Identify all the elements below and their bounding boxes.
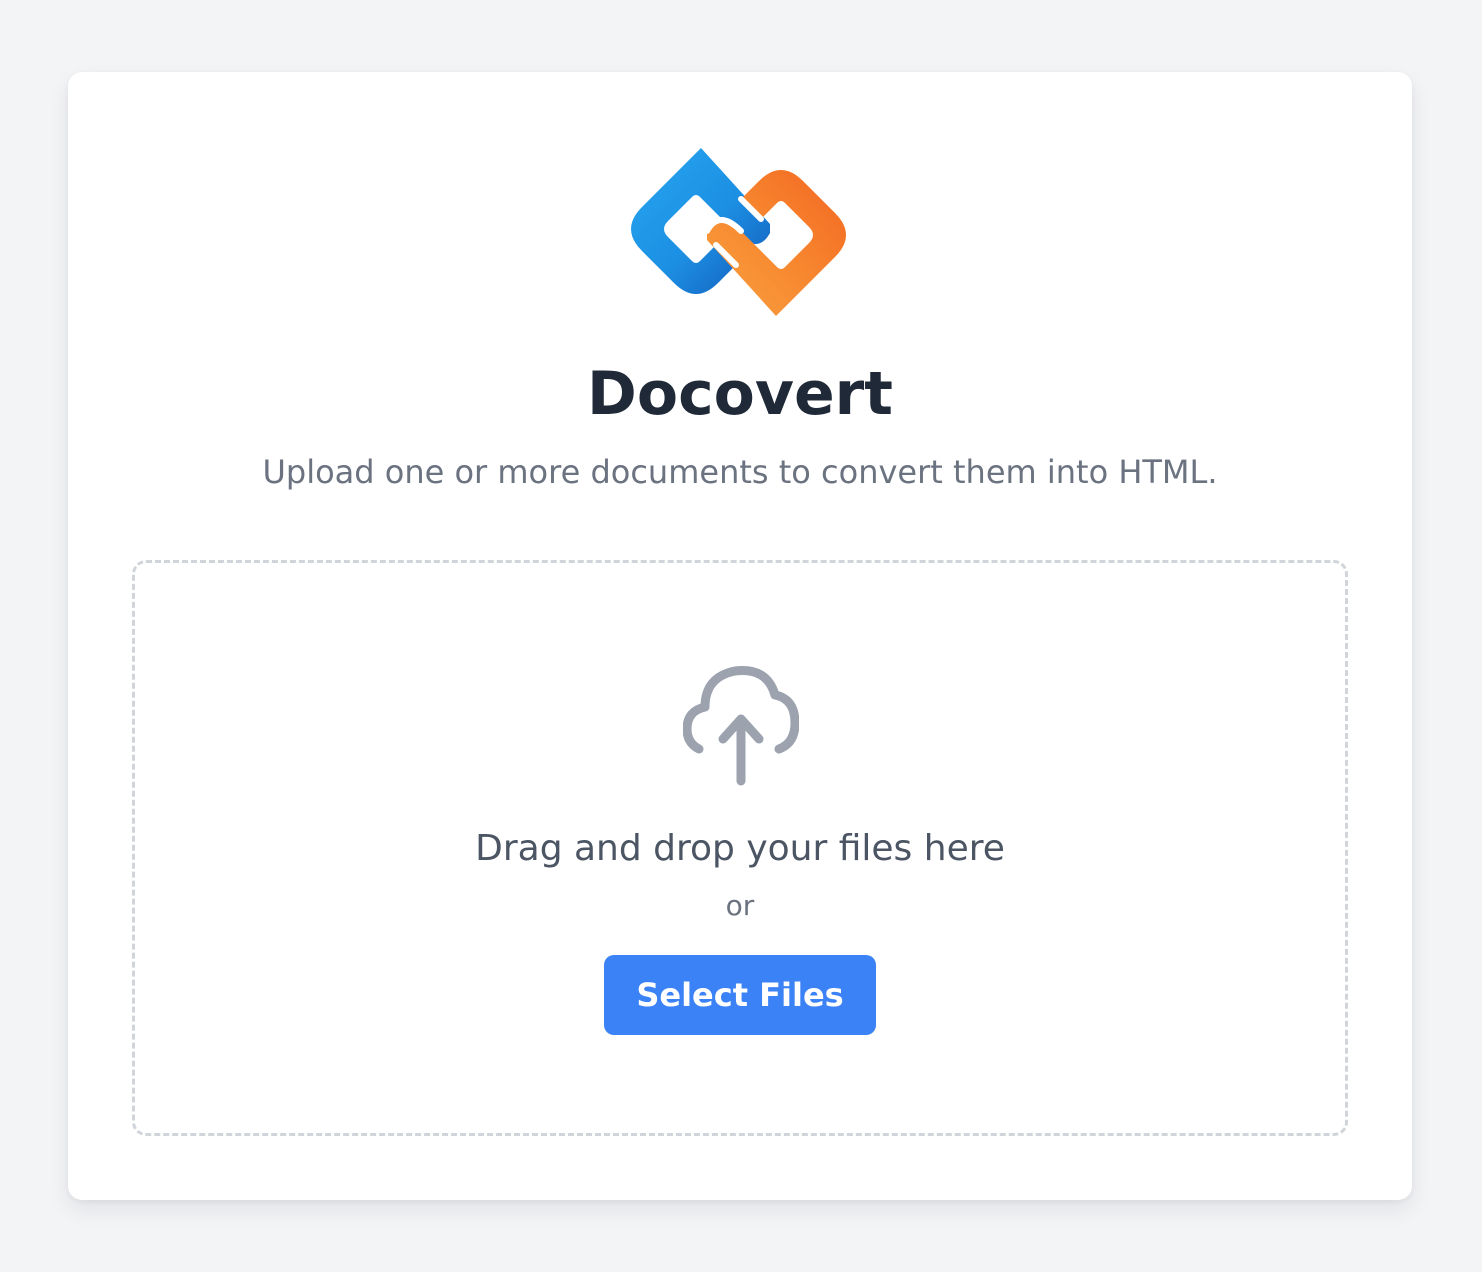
dropzone-label: Drag and drop your files here — [475, 828, 1005, 869]
docovert-logo — [612, 138, 868, 326]
select-files-button[interactable]: Select Files — [604, 955, 876, 1035]
file-dropzone[interactable]: Drag and drop your files here or Select … — [132, 560, 1348, 1136]
app-title: Docovert — [587, 359, 893, 429]
or-separator: or — [725, 889, 755, 922]
cloud-upload-icon — [682, 663, 800, 787]
upload-card: Docovert Upload one or more documents to… — [68, 72, 1412, 1200]
app-subtitle: Upload one or more documents to convert … — [262, 453, 1218, 491]
